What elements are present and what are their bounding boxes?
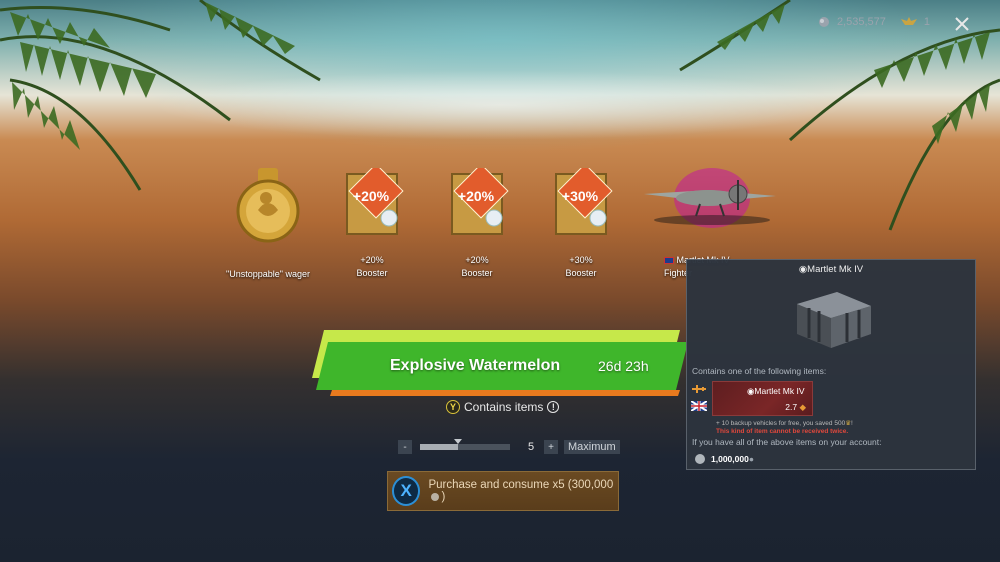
crate-icon <box>797 292 871 348</box>
svg-text:+30%: +30% <box>562 188 599 204</box>
silver-lions-value: 2,535,577 <box>836 16 886 28</box>
decrease-button[interactable]: - <box>398 440 412 454</box>
vehicle-tooltip: ◉Martlet Mk IV Contains one of the follo… <box>686 259 976 470</box>
booster-card-icon: +30% <box>555 163 613 235</box>
uk-flag-icon <box>691 401 707 411</box>
fighter-type-icon <box>692 385 706 393</box>
close-icon <box>955 17 969 31</box>
tooltip-price: 1,000,000● <box>711 454 754 464</box>
reward-vehicle[interactable]: Martlet Mk IV Fighter <box>640 168 780 278</box>
golden-eagles-icon <box>900 17 917 25</box>
booster-value: +20% <box>465 255 489 265</box>
tooltip-item-name: ◉Martlet Mk IV <box>747 386 805 396</box>
booster-value: +20% <box>360 255 384 265</box>
trophy-banner: Explosive Watermelon 26d 23h <box>310 330 690 400</box>
banner-title: Explosive Watermelon <box>390 357 561 374</box>
info-icon: ! <box>547 401 560 413</box>
reward-booster-2[interactable]: +20% +20% Booster <box>427 163 527 278</box>
silver-lions-icon <box>431 492 440 501</box>
slider-thumb[interactable] <box>453 439 462 444</box>
tooltip-note-warning: This kind of item cannot be received twi… <box>716 428 849 435</box>
booster-label: Booster <box>356 268 388 278</box>
tooltip-title: ◉Martlet Mk IV <box>798 264 864 275</box>
booster-label: Booster <box>565 268 597 278</box>
quantity-slider[interactable] <box>420 439 510 450</box>
golden-eagles-value: 1 <box>923 16 930 28</box>
booster-value: +30% <box>569 255 593 265</box>
target-icon: ◉ <box>798 264 808 275</box>
reward-wager[interactable]: "Unstoppable" wager <box>218 168 318 279</box>
close-button[interactable] <box>952 14 972 34</box>
svg-text:+20%: +20% <box>458 188 495 204</box>
uk-flag-icon <box>664 257 674 265</box>
tooltip-item-rank: 2.7 ◆ <box>785 402 806 412</box>
silver-lions-icon <box>695 454 705 464</box>
tooltip-item-card[interactable]: ◉Martlet Mk IV 2.7 ◆ <box>712 381 813 416</box>
wager-medal-icon <box>236 168 300 243</box>
purchase-button[interactable]: X Purchase and consume x5 (300,000) <box>387 471 619 511</box>
silver-lions-icon <box>818 17 829 27</box>
tooltip-if-have: If you have all of the above items on yo… <box>692 437 882 447</box>
tooltip-note-backup: + 10 backup vehicles for free, you saved… <box>716 420 853 427</box>
svg-text:+20%: +20% <box>353 188 390 204</box>
booster-card-icon: +20% <box>346 163 404 235</box>
booster-label: Booster <box>461 268 493 278</box>
purchase-label: Purchase and consume x5 (300,000) <box>428 479 614 503</box>
quantity-value: 5 <box>527 441 535 453</box>
reward-booster-3[interactable]: +30% +30% Booster <box>531 163 631 278</box>
reward-label: "Unstoppable" wager <box>226 269 310 279</box>
booster-card-icon: +20% <box>451 163 509 235</box>
contains-items-link[interactable]: Y Contains items ! <box>446 400 560 414</box>
golden-eagles-icon: ♛ <box>845 420 852 427</box>
rank-diamond-icon: ◆ <box>799 402 806 412</box>
reward-booster-1[interactable]: +20% +20% Booster <box>322 163 422 278</box>
quantity-selector: - 5 + Maximum <box>398 439 620 454</box>
currency-bar: 2,535,577 1 <box>817 16 930 28</box>
maximum-button[interactable]: Maximum <box>564 440 620 454</box>
increase-button[interactable]: + <box>544 440 558 454</box>
contains-items-label: Contains items <box>464 400 544 414</box>
y-key-icon: Y <box>446 400 460 414</box>
silver-lions-icon: ● <box>748 454 754 464</box>
x-key-icon: X <box>392 476 421 506</box>
plane-icon <box>644 168 776 228</box>
slider-fill <box>420 444 458 450</box>
banner-timer: 26d 23h <box>598 358 649 374</box>
tooltip-contains-text: Contains one of the following items: <box>692 366 827 376</box>
